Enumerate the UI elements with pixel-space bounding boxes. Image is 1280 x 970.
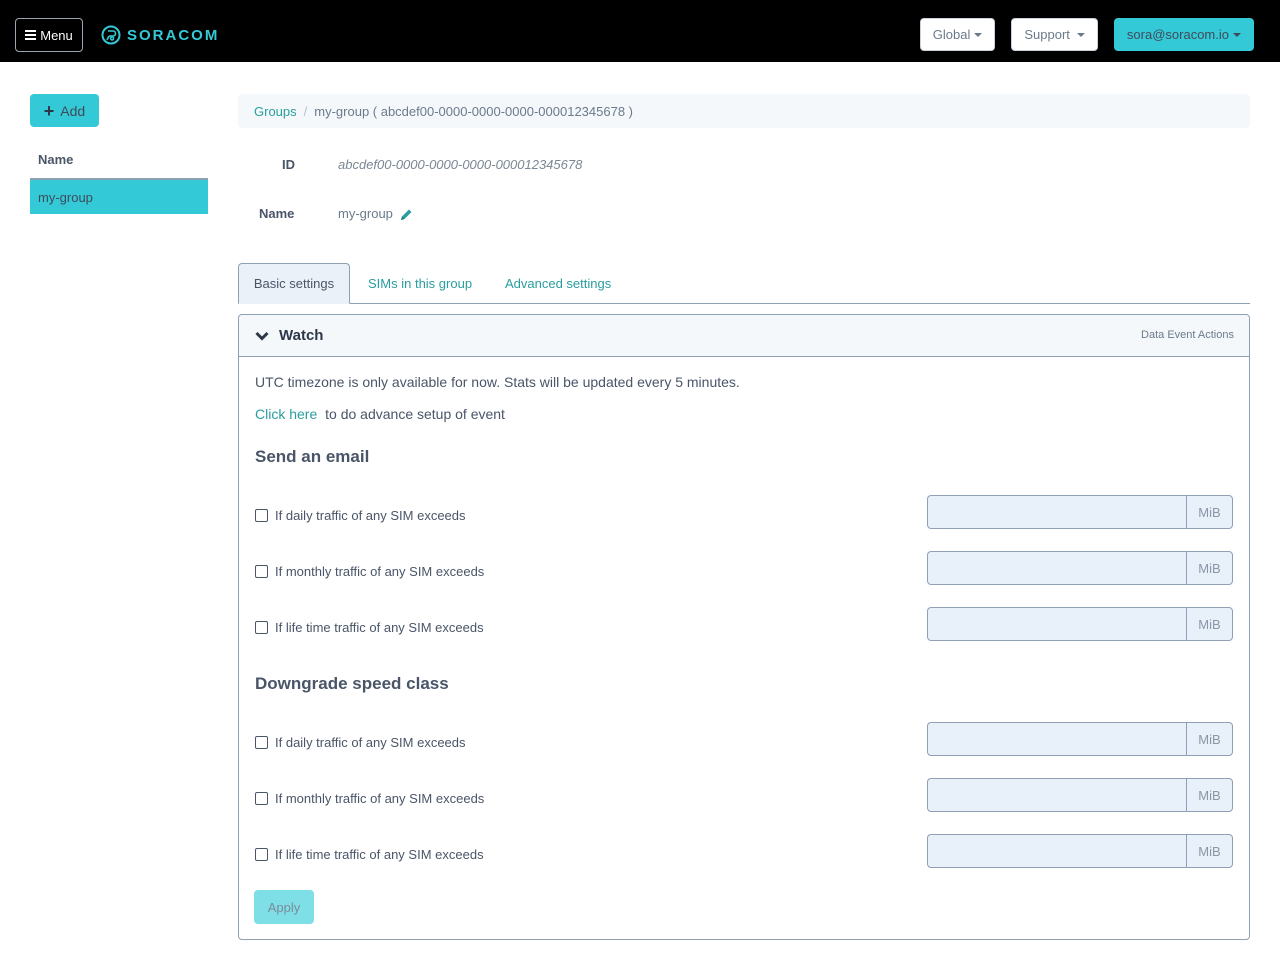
name-label: Name <box>259 206 295 221</box>
menu-label: Menu <box>40 27 73 43</box>
email-daily-checkbox[interactable] <box>255 509 268 522</box>
email-lifetime-checkbox[interactable] <box>255 621 268 634</box>
panel-aux-label: Data Event Actions <box>1141 329 1234 341</box>
email-lifetime-label: If life time traffic of any SIM exceeds <box>275 620 484 635</box>
user-dropdown[interactable]: sora@soracom.io <box>1113 18 1254 51</box>
email-monthly-checkbox[interactable] <box>255 565 268 578</box>
speed-daily-label: If daily traffic of any SIM exceeds <box>275 735 466 750</box>
speed-lifetime-label: If life time traffic of any SIM exceeds <box>275 847 484 862</box>
tab-basic-settings[interactable]: Basic settings <box>238 263 350 304</box>
group-tabs: Basic settings SIMs in this group Advanc… <box>238 263 1250 304</box>
breadcrumb: Groups / my-group ( abcdef00-0000-0000-0… <box>238 94 1250 128</box>
advance-setup-text: to do advance setup of event <box>325 406 505 422</box>
speed-monthly-input[interactable] <box>927 778 1186 812</box>
region-dropdown[interactable]: Global <box>919 18 996 51</box>
speed-lifetime-input-group: MiB <box>927 834 1233 868</box>
tab-advanced-settings[interactable]: Advanced settings <box>505 263 611 304</box>
brand-name: SORACOM <box>127 26 220 44</box>
name-value: my-group <box>338 206 393 221</box>
speed-monthly-input-group: MiB <box>927 778 1233 812</box>
unit-addon: MiB <box>1186 495 1233 529</box>
section-title-send-email: Send an email <box>255 447 370 466</box>
speed-lifetime-checkbox[interactable] <box>255 848 268 861</box>
email-monthly-input[interactable] <box>927 551 1186 585</box>
watch-panel-header[interactable]: Watch Data Event Actions <box>239 315 1249 357</box>
email-monthly-label: If monthly traffic of any SIM exceeds <box>275 564 485 579</box>
group-list-item[interactable]: my-group <box>30 178 208 214</box>
brand-logo[interactable]: SORACOM <box>101 24 219 46</box>
top-navbar: Menu SORACOM Global Support sora@soracom… <box>0 0 1280 62</box>
speed-monthly-row: If monthly traffic of any SIM exceeds <box>255 791 484 806</box>
support-label: Support <box>1024 27 1070 42</box>
tab-sims-in-group[interactable]: SIMs in this group <box>368 263 472 304</box>
advance-setup-link[interactable]: Click here <box>255 406 317 422</box>
breadcrumb-separator: / <box>303 103 308 119</box>
hamburger-icon <box>25 30 37 40</box>
name-value-wrap: my-group <box>338 206 413 222</box>
unit-addon: MiB <box>1186 778 1233 812</box>
section-title-downgrade-speed: Downgrade speed class <box>255 674 449 693</box>
caret-down-icon <box>974 32 983 37</box>
email-monthly-input-group: MiB <box>927 551 1233 585</box>
speed-daily-checkbox[interactable] <box>255 736 268 749</box>
advance-setup-line: Click here to do advance setup of event <box>255 406 505 422</box>
email-daily-input[interactable] <box>927 495 1186 529</box>
email-daily-row: If daily traffic of any SIM exceeds <box>255 508 466 523</box>
group-list-header: Name <box>38 152 74 167</box>
unit-addon: MiB <box>1186 834 1233 868</box>
id-value: abcdef00-0000-0000-0000-000012345678 <box>338 157 583 172</box>
caret-down-icon <box>1076 32 1085 37</box>
breadcrumb-groups-link[interactable]: Groups <box>254 104 297 119</box>
email-daily-input-group: MiB <box>927 495 1233 529</box>
unit-addon: MiB <box>1186 551 1233 585</box>
panel-title: Watch <box>279 327 324 344</box>
email-lifetime-row: If life time traffic of any SIM exceeds <box>255 620 484 635</box>
speed-monthly-checkbox[interactable] <box>255 792 268 805</box>
email-lifetime-input-group: MiB <box>927 607 1233 641</box>
add-group-button[interactable]: + Add <box>30 94 99 127</box>
user-label: sora@soracom.io <box>1126 27 1229 42</box>
apply-button[interactable]: Apply <box>254 890 314 924</box>
speed-daily-row: If daily traffic of any SIM exceeds <box>255 735 466 750</box>
group-list-item-label: my-group <box>38 189 93 205</box>
region-label: Global <box>932 27 971 42</box>
watch-panel: Watch Data Event Actions UTC timezone is… <box>238 314 1250 940</box>
plus-icon: + <box>43 100 55 121</box>
breadcrumb-current: my-group ( abcdef00-0000-0000-0000-00001… <box>314 103 633 119</box>
pencil-edit-icon[interactable] <box>399 208 413 222</box>
email-daily-label: If daily traffic of any SIM exceeds <box>275 508 466 523</box>
speed-daily-input-group: MiB <box>927 722 1233 756</box>
timezone-note: UTC timezone is only available for now. … <box>255 374 740 390</box>
speed-monthly-label: If monthly traffic of any SIM exceeds <box>275 791 485 806</box>
speed-lifetime-row: If life time traffic of any SIM exceeds <box>255 847 484 862</box>
email-lifetime-input[interactable] <box>927 607 1186 641</box>
menu-button[interactable]: Menu <box>15 18 83 52</box>
email-monthly-row: If monthly traffic of any SIM exceeds <box>255 564 484 579</box>
id-label: ID <box>282 157 295 172</box>
speed-daily-input[interactable] <box>927 722 1186 756</box>
speed-lifetime-input[interactable] <box>927 834 1186 868</box>
support-dropdown[interactable]: Support <box>1011 18 1098 51</box>
soracom-logo-icon <box>101 25 121 45</box>
unit-addon: MiB <box>1186 722 1233 756</box>
caret-down-icon <box>1233 32 1241 37</box>
unit-addon: MiB <box>1186 607 1233 641</box>
chevron-down-icon <box>255 331 269 341</box>
add-label: Add <box>60 102 86 119</box>
